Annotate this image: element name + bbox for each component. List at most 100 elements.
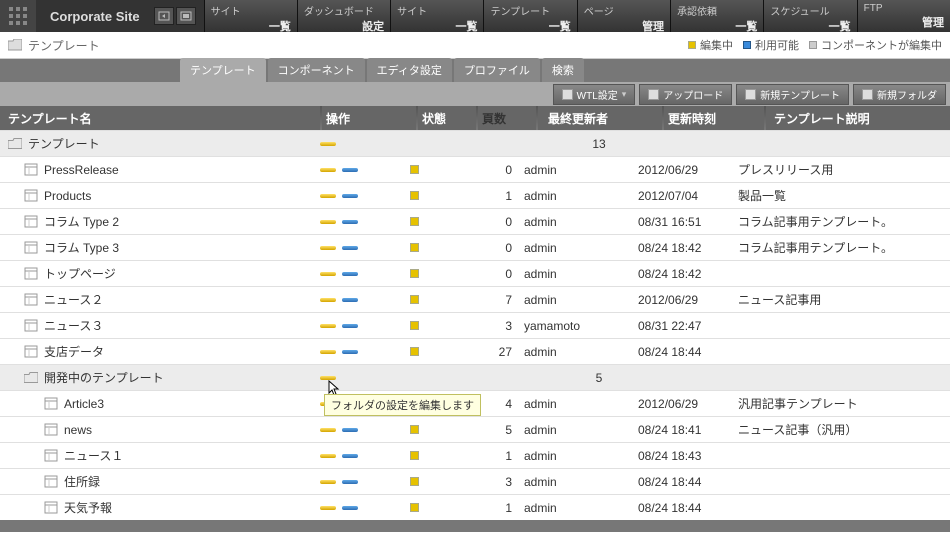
- template-row[interactable]: コラム Type 30admin08/24 18:42コラム記事用テンプレート。: [0, 234, 950, 260]
- row-op[interactable]: [320, 454, 410, 458]
- template-row[interactable]: 天気予報1admin08/24 18:44: [0, 494, 950, 520]
- folder-row[interactable]: テンプレート13: [0, 130, 950, 156]
- row-name: ニュース３: [44, 317, 103, 334]
- nav-item-4[interactable]: ページ管理: [577, 0, 670, 32]
- row-op[interactable]: [320, 480, 410, 484]
- op-dash-view-icon[interactable]: [342, 298, 358, 302]
- op-dash-edit-icon[interactable]: [320, 506, 336, 510]
- op-dash-edit-icon[interactable]: [320, 246, 336, 250]
- template-row[interactable]: 住所録3admin08/24 18:44: [0, 468, 950, 494]
- tab-4[interactable]: 検索: [542, 58, 584, 82]
- folder-row[interactable]: 開発中のテンプレートフォルダの設定を編集します5: [0, 364, 950, 390]
- row-desc: プレスリリース用: [734, 161, 950, 178]
- op-dash-edit-icon[interactable]: [320, 194, 336, 198]
- site-name: Corporate Site: [36, 0, 154, 32]
- row-time: 08/24 18:42: [638, 267, 734, 281]
- template-row[interactable]: news5admin08/24 18:41ニュース記事（汎用）: [0, 416, 950, 442]
- template-row[interactable]: 支店データ27admin08/24 18:44: [0, 338, 950, 364]
- row-op[interactable]: [320, 168, 410, 172]
- op-dash-edit-icon[interactable]: [320, 220, 336, 224]
- site-tool-1-icon[interactable]: [154, 7, 174, 25]
- row-op[interactable]: [320, 194, 410, 198]
- row-user: admin: [518, 163, 638, 177]
- row-desc: ニュース記事（汎用）: [734, 421, 950, 438]
- row-op[interactable]: [320, 272, 410, 276]
- row-time: 2012/06/29: [638, 163, 734, 177]
- op-dash-view-icon[interactable]: [342, 454, 358, 458]
- template-row[interactable]: Products1admin2012/07/04製品一覧: [0, 182, 950, 208]
- op-dash-edit-icon[interactable]: [320, 142, 336, 146]
- op-dash-edit-icon[interactable]: [320, 168, 336, 172]
- action-0[interactable]: WTL設定▾: [553, 84, 636, 105]
- site-tool-2-icon[interactable]: [176, 7, 196, 25]
- row-user: admin: [518, 241, 638, 255]
- dropdown-arrow-icon: ▾: [622, 89, 627, 100]
- tab-1[interactable]: コンポーネント: [268, 58, 365, 82]
- nav-item-1[interactable]: ダッシュボード設定: [297, 0, 390, 32]
- row-desc: ニュース記事用: [734, 291, 950, 308]
- row-time: 08/24 18:44: [638, 475, 734, 489]
- row-op[interactable]: [320, 246, 410, 250]
- row-time: 2012/06/29: [638, 293, 734, 307]
- tab-2[interactable]: エディタ設定: [367, 58, 452, 82]
- nav-item-7[interactable]: FTP管理: [857, 0, 950, 32]
- row-pages: 1: [464, 501, 518, 515]
- nav-item-5[interactable]: 承認依頼一覧: [670, 0, 763, 32]
- status-editing-icon: [410, 425, 419, 434]
- action-3[interactable]: 新規フォルダ: [853, 84, 946, 105]
- row-op[interactable]: [320, 142, 410, 146]
- row-op[interactable]: [320, 350, 410, 354]
- col-desc: テンプレート説明: [770, 110, 950, 127]
- template-row[interactable]: ニュース２7admin2012/06/29ニュース記事用: [0, 286, 950, 312]
- row-user: admin: [518, 449, 638, 463]
- op-dash-edit-icon[interactable]: [320, 324, 336, 328]
- row-op[interactable]: [320, 428, 410, 432]
- template-row[interactable]: PressRelease0admin2012/06/29プレスリリース用: [0, 156, 950, 182]
- action-2[interactable]: 新規テンプレート: [736, 84, 849, 105]
- legend-editing-icon: [688, 41, 696, 49]
- row-user: admin: [518, 423, 638, 437]
- op-dash-edit-icon[interactable]: [320, 272, 336, 276]
- nav-item-6[interactable]: スケジュール一覧: [763, 0, 856, 32]
- template-row[interactable]: コラム Type 20admin08/31 16:51コラム記事用テンプレート。: [0, 208, 950, 234]
- nav-item-2[interactable]: サイト一覧: [390, 0, 483, 32]
- template-row[interactable]: ニュース３3yamamoto08/31 22:47: [0, 312, 950, 338]
- op-dash-edit-icon[interactable]: [320, 376, 336, 380]
- row-op[interactable]: [320, 220, 410, 224]
- op-dash-view-icon[interactable]: [342, 194, 358, 198]
- op-dash-view-icon[interactable]: [342, 428, 358, 432]
- row-op[interactable]: [320, 298, 410, 302]
- op-dash-view-icon[interactable]: [342, 350, 358, 354]
- row-op[interactable]: フォルダの設定を編集します: [320, 376, 410, 380]
- row-user: admin: [518, 345, 638, 359]
- op-dash-edit-icon[interactable]: [320, 428, 336, 432]
- row-op[interactable]: [320, 324, 410, 328]
- op-dash-edit-icon[interactable]: [320, 350, 336, 354]
- tab-0[interactable]: テンプレート: [180, 58, 266, 82]
- app-logo[interactable]: [0, 0, 36, 32]
- nav-item-0[interactable]: サイト一覧: [204, 0, 297, 32]
- op-dash-edit-icon[interactable]: [320, 298, 336, 302]
- template-icon: [44, 475, 58, 488]
- op-dash-view-icon[interactable]: [342, 480, 358, 484]
- row-time: 08/31 16:51: [638, 215, 734, 229]
- op-dash-view-icon[interactable]: [342, 168, 358, 172]
- op-dash-edit-icon[interactable]: [320, 480, 336, 484]
- op-dash-view-icon[interactable]: [342, 220, 358, 224]
- action-1[interactable]: アップロード: [639, 84, 732, 105]
- op-dash-edit-icon[interactable]: [320, 454, 336, 458]
- op-dash-view-icon[interactable]: [342, 506, 358, 510]
- op-dash-view-icon[interactable]: [342, 246, 358, 250]
- op-dash-view-icon[interactable]: [342, 324, 358, 328]
- action-pic-icon: [862, 89, 873, 100]
- row-pages: 0: [464, 215, 518, 229]
- row-op[interactable]: [320, 506, 410, 510]
- row-pages: 1: [464, 449, 518, 463]
- op-dash-view-icon[interactable]: [342, 272, 358, 276]
- nav-item-3[interactable]: テンプレート一覧: [483, 0, 576, 32]
- row-name: コラム Type 2: [44, 213, 119, 230]
- template-row[interactable]: トップページ0admin08/24 18:42: [0, 260, 950, 286]
- table-body: テンプレート13PressRelease0admin2012/06/29プレスリ…: [0, 130, 950, 520]
- tab-3[interactable]: プロファイル: [454, 58, 540, 82]
- template-row[interactable]: ニュース１1admin08/24 18:43: [0, 442, 950, 468]
